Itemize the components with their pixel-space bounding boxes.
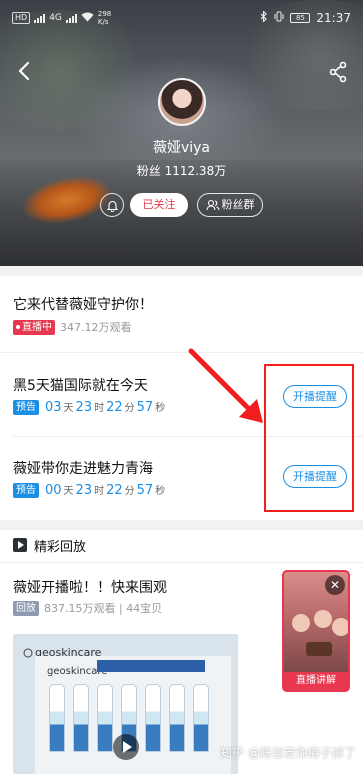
battery-icon: 85 — [290, 13, 311, 23]
live-badge: 直播中 — [13, 319, 55, 335]
preview-item-title: 薇娅带你走进魅力青海 — [13, 461, 153, 477]
streamer-face — [292, 614, 310, 632]
streamer-face — [314, 610, 332, 628]
section-gap — [0, 520, 363, 530]
countdown-unit: 时 — [94, 486, 105, 497]
live-item[interactable]: 它来代替薇娅守护你！ 直播中 347.12万观看 — [0, 276, 363, 352]
fan-group-label: 粉丝群 — [221, 198, 255, 211]
countdown-unit: 天 — [63, 403, 74, 414]
product-ampoule — [169, 684, 185, 752]
countdown-unit: 时 — [94, 403, 105, 414]
profile-actions: 已关注 粉丝群 — [0, 193, 363, 219]
remind-button[interactable]: 开播提醒 — [283, 465, 347, 488]
replay-section-title: 精彩回放 — [34, 540, 87, 555]
clock: 21:37 — [316, 11, 351, 25]
product-label-strip — [97, 660, 205, 672]
countdown-days: 00 — [45, 483, 62, 498]
countdown-minutes: 22 — [106, 483, 123, 498]
network-type: HD — [12, 12, 31, 24]
signal-icon — [34, 13, 46, 23]
replay-item-title: 薇娅开播啦！！快来围观 — [13, 580, 167, 596]
live-item-title: 它来代替薇娅守护你！ — [13, 297, 153, 313]
play-button[interactable] — [113, 734, 139, 760]
remind-button[interactable]: 开播提醒 — [283, 385, 347, 408]
replay-icon — [13, 538, 27, 552]
countdown-seconds: 57 — [136, 400, 154, 415]
preview-item-title: 黑5天猫国际就在今天 — [13, 378, 148, 394]
preview-item-meta: 预告 00 天 23 时 22 分 57 秒 — [13, 482, 165, 498]
countdown: 03 天 23 时 22 分 57 秒 — [44, 399, 165, 415]
share-button[interactable] — [326, 60, 350, 84]
network-speed-unit: K/s — [97, 18, 109, 26]
live-explain-label: 直播讲解 — [284, 672, 348, 690]
live-dot-icon — [16, 325, 20, 329]
product-ampoule — [97, 684, 113, 752]
close-floating-button[interactable]: ✕ — [325, 575, 345, 595]
preview-badge: 预告 — [13, 399, 39, 415]
group-icon — [205, 199, 220, 211]
product-ampoule — [193, 684, 209, 752]
countdown: 00 天 23 时 22 分 57 秒 — [44, 482, 165, 498]
viewer-count: 347.12万观看 — [60, 321, 132, 334]
product-ampoule — [73, 684, 89, 752]
streamer-face — [332, 618, 348, 636]
signal-label: 4G — [49, 13, 62, 23]
replay-item-meta: 回放 837.15万观看 | 44宝贝 — [13, 600, 162, 616]
follow-button[interactable]: 已关注 — [130, 193, 188, 217]
vibrate-icon — [274, 11, 284, 25]
section-gap — [0, 266, 363, 276]
countdown-unit: 秒 — [155, 403, 166, 414]
status-bar: HD 4G 298 K/s 85 21:37 — [0, 0, 363, 36]
preview-item[interactable]: 薇娅带你走进魅力青海 预告 00 天 23 时 22 分 57 秒 开播提醒 — [0, 437, 363, 520]
countdown-hours: 23 — [75, 483, 93, 498]
countdown-hours: 23 — [75, 400, 93, 415]
live-badge-label: 直播中 — [22, 321, 52, 333]
signal-icon — [65, 13, 77, 23]
share-icon — [329, 61, 347, 83]
network-speed: 298 — [97, 10, 112, 18]
live-item-meta: 直播中 347.12万观看 — [13, 319, 132, 335]
chevron-left-icon — [18, 61, 30, 81]
countdown-unit: 天 — [63, 486, 74, 497]
replay-thumbnail[interactable]: geoskincare geoskincare — [13, 634, 238, 774]
bell-icon — [106, 200, 118, 212]
countdown-unit: 分 — [124, 486, 135, 497]
countdown-seconds: 57 — [136, 483, 154, 498]
avatar[interactable] — [158, 78, 206, 126]
preview-badge: 预告 — [13, 482, 39, 498]
brand-logo-icon — [23, 648, 33, 657]
fans-count: 粉丝 1112.38万 — [136, 164, 227, 178]
notify-button[interactable] — [100, 193, 124, 217]
profile-header: HD 4G 298 K/s 85 21:37 薇娅viya 粉丝 1112.38… — [0, 0, 363, 266]
replay-badge: 回放 — [13, 600, 39, 616]
preview-item[interactable]: 黑5天猫国际就在今天 预告 03 天 23 时 22 分 57 秒 开播提醒 — [0, 353, 363, 436]
bluetooth-icon — [260, 10, 268, 25]
countdown-unit: 分 — [124, 403, 135, 414]
back-button[interactable] — [14, 60, 36, 82]
profile-nickname: 薇娅viya — [152, 140, 211, 156]
product-cake — [306, 642, 332, 656]
product-ampoule — [145, 684, 161, 752]
preview-item-meta: 预告 03 天 23 时 22 分 57 秒 — [13, 399, 165, 415]
wifi-icon — [81, 12, 94, 25]
replay-section-header: 精彩回放 — [0, 530, 363, 562]
countdown-days: 03 — [45, 400, 62, 415]
countdown-unit: 秒 — [155, 486, 166, 497]
fan-group-button[interactable]: 粉丝群 — [197, 193, 263, 217]
close-icon: ✕ — [329, 578, 341, 592]
product-ampoule — [49, 684, 65, 752]
countdown-minutes: 22 — [106, 400, 123, 415]
replay-stats: 837.15万观看 | 44宝贝 — [44, 602, 163, 615]
